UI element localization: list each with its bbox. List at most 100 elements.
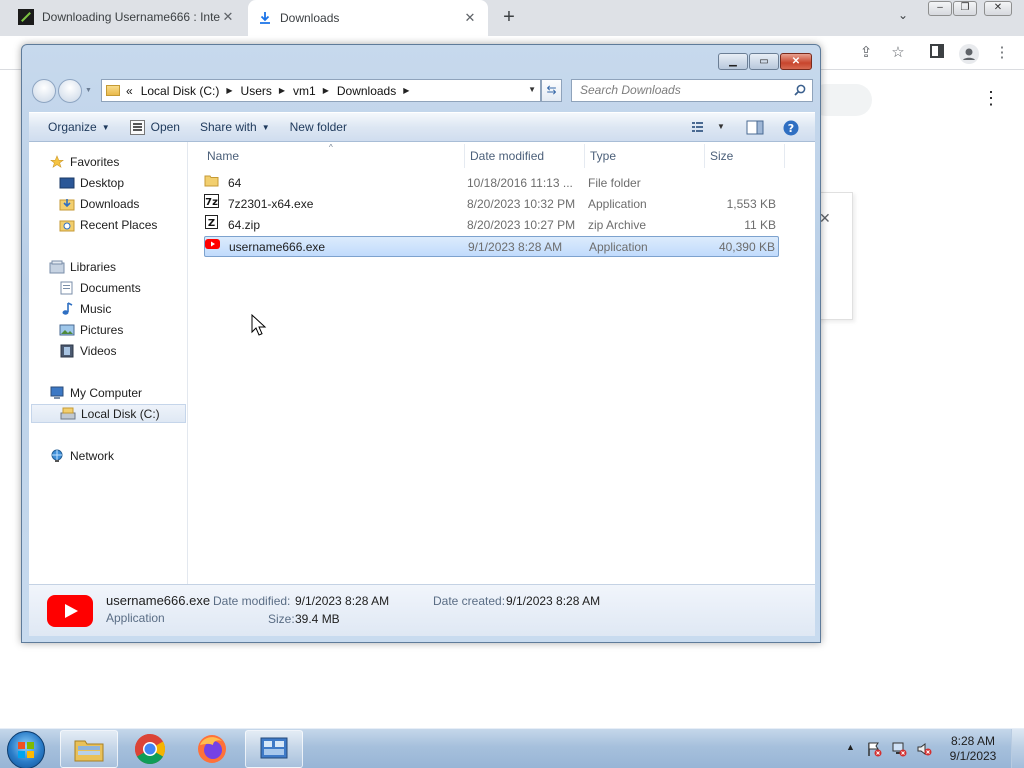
bookmark-star-icon[interactable]: ☆ — [889, 44, 907, 62]
nav-music[interactable]: Music — [59, 299, 111, 318]
browser-tab-downloading[interactable]: Downloading Username666 : Inte ✕ — [8, 0, 246, 34]
browser-tab-strip: Downloading Username666 : Inte ✕ Downloa… — [0, 0, 1024, 36]
browser-restore-button[interactable]: ❐ — [953, 1, 977, 16]
svg-text:Z: Z — [208, 218, 215, 229]
nav-documents[interactable]: Documents — [59, 278, 141, 297]
clock-date: 9/1/2023 — [949, 749, 997, 763]
profile-avatar-icon[interactable] — [959, 44, 979, 64]
nav-recent-places[interactable]: Recent Places — [59, 215, 157, 234]
youtube-icon — [205, 239, 220, 249]
taskbar-firefox[interactable] — [183, 730, 241, 768]
taskbar-chrome[interactable] — [121, 730, 179, 768]
downloads-folder-icon — [59, 198, 75, 210]
search-input[interactable]: Search Downloads — [571, 79, 813, 102]
new-folder-button[interactable]: New folder — [280, 113, 357, 141]
breadcrumb-downloads[interactable]: Downloads ▶ — [337, 84, 410, 98]
tab-close-icon[interactable]: ✕ — [220, 9, 236, 25]
address-overflow[interactable]: « — [126, 84, 133, 98]
tab-search-chevron-icon[interactable]: ⌄ — [898, 8, 908, 22]
view-options-chevron-icon[interactable]: ▼ — [717, 122, 725, 131]
nav-local-disk[interactable]: Local Disk (C:) — [31, 404, 186, 423]
browser-minimize-button[interactable]: – — [928, 1, 952, 16]
file-row-64-zip[interactable]: Z 64.zip 8/20/2023 10:27 PM zip Archive … — [204, 215, 779, 236]
file-row-7z-installer[interactable]: 7z 7z2301-x64.exe 8/20/2023 10:32 PM App… — [204, 194, 779, 215]
desktop-icon — [59, 177, 75, 188]
nav-pictures[interactable]: Pictures — [59, 320, 123, 339]
browser-tab-downloads[interactable]: Downloads ✕ — [248, 0, 488, 36]
forward-button[interactable] — [58, 79, 82, 103]
share-with-button[interactable]: Share with ▼ — [190, 113, 280, 141]
column-header-name[interactable]: ^ Name — [189, 143, 465, 168]
breadcrumb-local-disk[interactable]: Local Disk (C:) ▶ — [141, 84, 233, 98]
nav-desktop[interactable]: Desktop — [59, 173, 124, 192]
open-button[interactable]: Open — [120, 113, 190, 141]
back-button[interactable] — [32, 79, 56, 103]
preview-pane-icon[interactable] — [746, 120, 764, 135]
nav-downloads[interactable]: Downloads — [59, 194, 139, 213]
breadcrumb-arrow-icon[interactable]: ▶ — [323, 86, 329, 95]
recent-pages-chevron-icon[interactable]: ▼ — [85, 87, 92, 94]
tab-close-icon[interactable]: ✕ — [462, 10, 478, 26]
breadcrumb-vm1[interactable]: vm1 ▶ — [293, 84, 329, 98]
volume-muted-icon[interactable] — [916, 741, 932, 757]
taskbar-control-panel[interactable] — [245, 730, 303, 768]
breadcrumb-arrow-icon[interactable]: ▶ — [403, 86, 409, 95]
clock-time: 8:28 AM — [950, 734, 996, 748]
videos-icon — [60, 344, 74, 357]
details-pane: username666.exe Application Date modifie… — [29, 584, 815, 636]
action-center-flag-icon[interactable] — [866, 741, 882, 757]
dropdown-arrow-icon: ▼ — [101, 122, 110, 132]
system-clock[interactable]: 8:28 AM 9/1/2023 — [943, 734, 1003, 764]
browser-close-button[interactable]: ✕ — [984, 1, 1012, 16]
hard-drive-icon — [60, 407, 76, 419]
start-button[interactable] — [7, 731, 45, 768]
minimize-button[interactable]: ▁ — [718, 53, 748, 70]
nav-libraries[interactable]: Libraries — [49, 257, 116, 276]
mouse-cursor-icon — [251, 314, 267, 336]
breadcrumb-arrow-icon[interactable]: ▶ — [226, 86, 232, 95]
file-row-64-folder[interactable]: 64 10/18/2016 11:13 ... File folder — [204, 173, 779, 194]
folder-icon — [106, 85, 120, 96]
svg-text:7z: 7z — [205, 197, 218, 208]
music-note-icon — [62, 301, 73, 315]
new-tab-button[interactable]: + — [498, 6, 520, 29]
downloads-more-actions-icon[interactable]: ⋮ — [982, 88, 1000, 109]
side-panel-icon[interactable] — [928, 44, 946, 62]
organize-button[interactable]: Organize ▼ — [38, 113, 120, 141]
tab-title: Downloads — [280, 11, 340, 25]
taskbar-explorer[interactable] — [60, 730, 118, 768]
refresh-button[interactable]: ⇆ — [541, 79, 562, 102]
browser-menu-icon[interactable]: ⋮ — [993, 44, 1011, 62]
nav-network[interactable]: Network — [49, 446, 114, 465]
breadcrumb-users[interactable]: Users ▶ — [241, 84, 286, 98]
share-icon[interactable]: ⇪ — [857, 44, 875, 62]
close-button[interactable]: ✕ — [780, 53, 812, 70]
nav-videos[interactable]: Videos — [59, 341, 116, 360]
show-desktop-button[interactable] — [1011, 729, 1024, 768]
show-hidden-icons-chevron-icon[interactable]: ▲ — [846, 742, 855, 752]
search-icon[interactable] — [794, 84, 806, 96]
file-row-username666-exe[interactable]: username666.exe 9/1/2023 8:28 AM Applica… — [204, 236, 779, 257]
folder-icon — [204, 175, 219, 187]
column-header-date-modified[interactable]: Date modified — [465, 144, 585, 168]
breadcrumb-arrow-icon[interactable]: ▶ — [279, 86, 285, 95]
chrome-icon — [134, 734, 166, 765]
libraries-icon — [49, 260, 65, 273]
address-dropdown-icon[interactable]: ▼ — [528, 85, 536, 94]
sort-ascending-icon: ^ — [329, 143, 333, 152]
nav-favorites[interactable]: Favorites — [49, 152, 119, 171]
nav-my-computer[interactable]: My Computer — [49, 383, 142, 402]
help-icon[interactable]: ? — [783, 120, 799, 136]
address-bar[interactable]: « Local Disk (C:) ▶ Users ▶ vm1 ▶ Downloads… — [101, 79, 541, 102]
pictures-icon — [59, 324, 75, 335]
network-status-icon[interactable] — [891, 741, 907, 757]
change-view-icon[interactable] — [691, 120, 707, 134]
star-icon — [50, 154, 64, 168]
documents-icon — [60, 281, 73, 294]
column-header-type[interactable]: Type — [585, 144, 705, 168]
column-header-size[interactable]: Size — [705, 144, 785, 168]
maximize-button[interactable]: ▭ — [749, 53, 779, 70]
taskbar: ▲ 8:28 AM 9/1/2023 — [0, 728, 1024, 768]
details-size-label: Size: — [268, 612, 295, 626]
explorer-window: ▁ ▭ ✕ ▼ « Local Disk (C:) ▶ Users ▶ vm1 ▶ D… — [21, 44, 821, 643]
